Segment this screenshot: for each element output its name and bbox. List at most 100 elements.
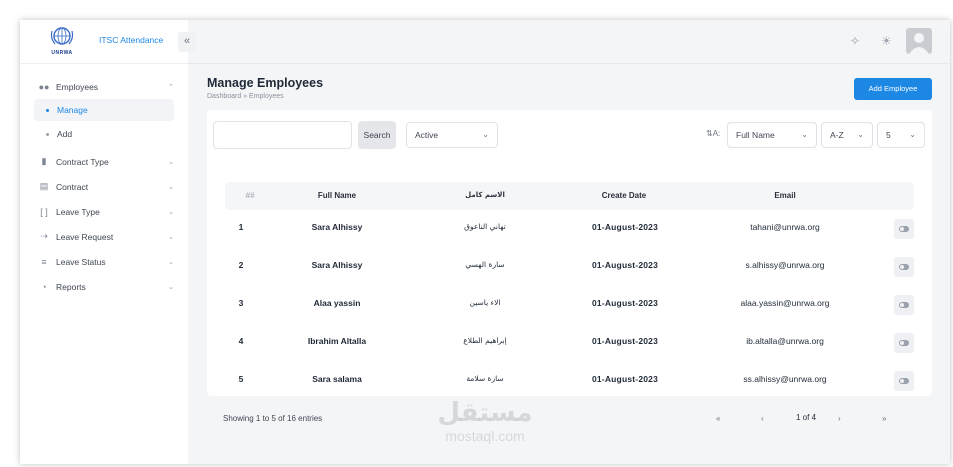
status-toggle-button[interactable] bbox=[894, 371, 914, 391]
sort-field-select[interactable]: Full Name ⌄ bbox=[727, 122, 817, 148]
sidebar-item-leave-request[interactable]: ⇢ Leave Request ⌄ bbox=[20, 224, 188, 249]
row-email: s.alhissy@unrwa.org bbox=[745, 260, 825, 270]
table-row[interactable]: 2 Sara Alhissy سارة الهسي 01-August-2023… bbox=[225, 248, 914, 286]
toggle-icon bbox=[899, 264, 909, 270]
sidebar-item-label: Employees bbox=[56, 81, 99, 92]
table-row[interactable]: 3 Alaa yassin الاء ياسين 01-August-2023 … bbox=[225, 286, 914, 324]
row-email: alaa.yassin@unrwa.org bbox=[740, 298, 830, 308]
status-toggle-button[interactable] bbox=[894, 333, 914, 353]
search-input[interactable] bbox=[213, 121, 352, 149]
sidebar-item-label: Contract Type bbox=[56, 156, 109, 167]
page-indicator: 1 of 4 bbox=[796, 413, 817, 422]
last-page-button[interactable]: » bbox=[882, 414, 886, 423]
row-index: 2 bbox=[238, 260, 244, 270]
first-page-button[interactable]: « bbox=[716, 414, 720, 423]
sidebar-item-leave-type[interactable]: [ ] Leave Type ⌄ bbox=[20, 199, 188, 224]
watermark-latin: mostaql.com bbox=[445, 428, 525, 444]
column-header-email[interactable]: Email bbox=[735, 191, 835, 200]
sidebar-item-label: Contract bbox=[56, 181, 89, 192]
toggle-icon bbox=[899, 302, 909, 308]
topbar: ✧ ☀ bbox=[188, 20, 950, 64]
bracket-icon: [ ] bbox=[40, 206, 48, 217]
chevron-down-icon: ⌄ bbox=[168, 158, 174, 166]
sort-order-select[interactable]: A-Z ⌄ bbox=[821, 122, 873, 148]
sidebar-item-reports[interactable]: ◔ Reports ⌄ bbox=[20, 274, 188, 299]
row-arabic-name: الاء ياسين bbox=[469, 298, 501, 307]
chevron-down-icon: ⌄ bbox=[801, 130, 808, 139]
sort-az-icon[interactable]: ⇅A: bbox=[706, 129, 720, 138]
row-arabic-name: سارة الهسي bbox=[465, 260, 505, 269]
sidebar-item-contract[interactable]: ▤ Contract ⌄ bbox=[20, 174, 188, 199]
sidebar-item-label: Leave Status bbox=[56, 256, 106, 267]
logo-text: UNRWA bbox=[51, 50, 73, 56]
sparkle-icon[interactable]: ✧ bbox=[850, 34, 860, 48]
row-index: 1 bbox=[238, 222, 244, 232]
column-header-arabic-name[interactable]: الاسم كامل bbox=[443, 191, 527, 199]
chevron-up-icon: ⌃ bbox=[168, 83, 174, 91]
breadcrumb[interactable]: Dashboard » Employees bbox=[207, 93, 284, 100]
sidebar-item-employees[interactable]: ●● Employees ⌃ bbox=[20, 74, 188, 99]
row-email: ib.altalla@unrwa.org bbox=[746, 336, 824, 346]
table-row[interactable]: 5 Sara salama سارة سلامة 01-August-2023 … bbox=[225, 362, 914, 400]
status-toggle-button[interactable] bbox=[894, 219, 914, 239]
sun-icon[interactable]: ☀ bbox=[881, 34, 892, 48]
list-icon: ≡ bbox=[41, 256, 47, 267]
sidebar-item-label: Leave Request bbox=[56, 231, 114, 242]
table-row[interactable]: 1 Sara Alhissy تهاني الناعوق 01-August-2… bbox=[225, 210, 914, 248]
bullet-icon bbox=[46, 108, 49, 112]
column-header-index[interactable]: ## bbox=[239, 191, 261, 200]
row-email: ss.alhissy@unrwa.org bbox=[743, 374, 827, 384]
chevron-down-icon: ⌄ bbox=[168, 233, 174, 241]
chevron-down-icon: ⌄ bbox=[909, 130, 916, 139]
chevron-down-icon: ⌄ bbox=[168, 208, 174, 216]
column-header-full-name[interactable]: Full Name bbox=[295, 191, 379, 200]
brand-header: UNRWA ITSC Attendance bbox=[20, 20, 188, 64]
page-title: Manage Employees bbox=[207, 76, 324, 90]
row-create-date: 01-August-2023 bbox=[591, 222, 659, 232]
document-icon: ▤ bbox=[39, 181, 49, 191]
row-arabic-name: سارة سلامة bbox=[466, 374, 504, 383]
row-create-date: 01-August-2023 bbox=[591, 298, 659, 308]
row-arabic-name: إبراهيم الطلاع bbox=[463, 336, 507, 345]
row-full-name: Alaa yassin bbox=[313, 298, 361, 308]
row-index: 3 bbox=[238, 298, 244, 308]
row-index: 5 bbox=[238, 374, 244, 384]
walking-person-icon: ⇢ bbox=[40, 231, 48, 241]
column-header-create-date[interactable]: Create Date bbox=[582, 191, 666, 200]
sidebar-item-label: Leave Type bbox=[56, 206, 100, 217]
status-toggle-button[interactable] bbox=[894, 295, 914, 315]
add-employee-button[interactable]: Add Employee bbox=[854, 78, 932, 100]
row-full-name: Sara Alhissy bbox=[311, 222, 363, 232]
building-icon: ▮ bbox=[41, 156, 47, 166]
row-create-date: 01-August-2023 bbox=[591, 336, 659, 346]
table-row[interactable]: 4 Ibrahim Altalla إبراهيم الطلاع 01-Augu… bbox=[225, 324, 914, 362]
avatar[interactable] bbox=[906, 28, 932, 54]
sidebar-item-contract-type[interactable]: ▮ Contract Type ⌄ bbox=[20, 149, 188, 174]
watermark-arabic: مستقل bbox=[437, 398, 533, 428]
sidebar-subitem-label: Add bbox=[57, 129, 73, 139]
row-index: 4 bbox=[238, 336, 244, 346]
app-window: UNRWA ITSC Attendance ●● Employees ⌃ Man… bbox=[20, 20, 950, 464]
status-toggle-button[interactable] bbox=[894, 257, 914, 277]
row-full-name: Sara Alhissy bbox=[311, 260, 363, 270]
un-emblem-icon bbox=[50, 27, 74, 45]
sidebar-subitem-label: Manage bbox=[57, 105, 88, 115]
sidebar-item-leave-status[interactable]: ≡ Leave Status ⌄ bbox=[20, 249, 188, 274]
status-select[interactable]: Active ⌄ bbox=[406, 122, 498, 148]
app-title[interactable]: ITSC Attendance bbox=[99, 35, 163, 45]
sidebar-subitem-manage[interactable]: Manage bbox=[34, 99, 174, 121]
toggle-icon bbox=[899, 226, 909, 232]
prev-page-button[interactable]: ‹ bbox=[761, 414, 764, 423]
user-silhouette-icon bbox=[909, 33, 929, 54]
search-button[interactable]: Search bbox=[358, 121, 396, 149]
page-size-select[interactable]: 5 ⌄ bbox=[877, 122, 925, 148]
row-full-name: Sara salama bbox=[312, 374, 362, 384]
sidebar-subitem-add[interactable]: Add bbox=[20, 123, 188, 145]
watermark: مستقل mostaql.com bbox=[415, 398, 555, 444]
sort-field-value: Full Name bbox=[736, 130, 775, 140]
next-page-button[interactable]: › bbox=[838, 414, 841, 423]
sort-order-value: A-Z bbox=[830, 130, 844, 140]
row-arabic-name: تهاني الناعوق bbox=[464, 222, 506, 231]
chevron-down-icon: ⌄ bbox=[168, 183, 174, 191]
chevron-down-icon: ⌄ bbox=[482, 130, 489, 139]
